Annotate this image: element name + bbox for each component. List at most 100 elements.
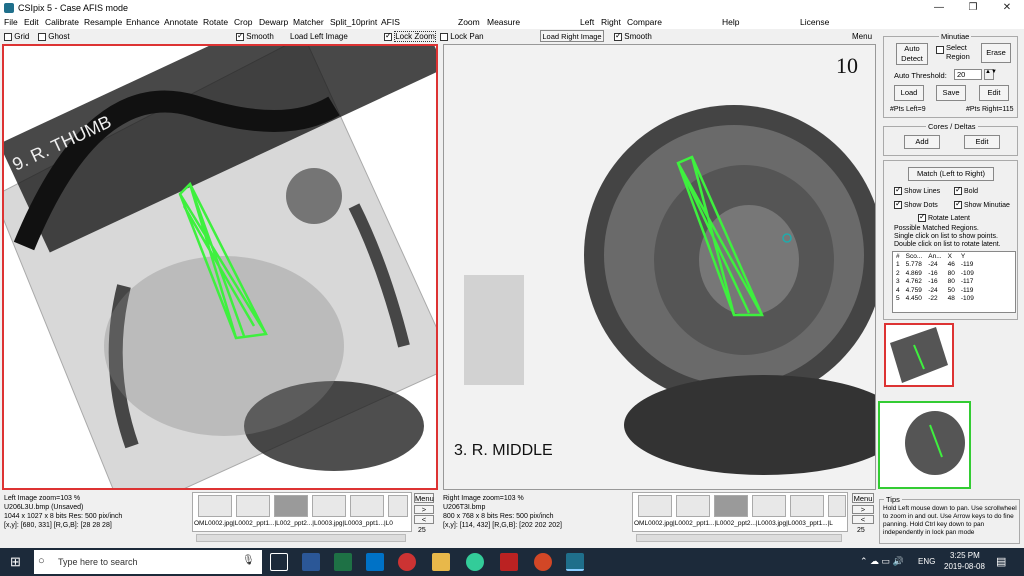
menu-compare[interactable]: Compare <box>627 17 662 27</box>
smooth-left-checkbox[interactable]: Smooth <box>236 31 274 41</box>
acrobat-icon[interactable] <box>500 553 518 571</box>
tips-text: Hold Left mouse down to pan. Use scrollw… <box>883 505 1017 536</box>
task-view-icon[interactable] <box>270 553 288 571</box>
windows-start-icon[interactable]: ⊞ <box>10 555 24 569</box>
save-minutiae-button[interactable]: Save <box>936 85 966 101</box>
auto-threshold-input[interactable]: 20 <box>954 69 982 80</box>
show-dots-checkbox[interactable]: Show Dots <box>894 199 938 209</box>
menu-right[interactable]: Right <box>601 17 621 27</box>
menu-annotate[interactable]: Annotate <box>164 17 198 27</box>
add-core-button[interactable]: Add <box>904 135 940 149</box>
menu-zoom[interactable]: Zoom <box>458 17 480 27</box>
microphone-icon[interactable]: 🎙 <box>242 555 255 566</box>
select-region-checkbox[interactable] <box>936 45 944 54</box>
rotate-latent-checkbox[interactable]: Rotate Latent <box>918 212 970 222</box>
csipix-taskbar-icon[interactable] <box>566 553 584 571</box>
erase-button[interactable]: Erase <box>981 43 1011 63</box>
toolbar: Grid Ghost Smooth Load Left Image Lock Z… <box>0 30 878 43</box>
menu-measure[interactable]: Measure <box>487 17 520 27</box>
table-row[interactable]: 1 5.778 -24 46 -119 <box>893 261 977 270</box>
powerpoint-icon[interactable] <box>534 553 552 571</box>
right-image-view[interactable]: 3. R. MIDDLE 10 <box>443 44 876 490</box>
thumbnail[interactable] <box>236 495 270 517</box>
clock-time[interactable]: 3:25 PM <box>950 551 980 560</box>
menu-button-top[interactable]: Menu <box>852 32 872 41</box>
match-results-table[interactable]: # Sco... An... X Y 1 5.778 -24 46 -119 2 4.869 -16… <box>892 251 1016 313</box>
grid-checkbox[interactable]: Grid <box>4 32 29 41</box>
menu-rotate[interactable]: Rotate <box>203 17 228 27</box>
right-card-label: 3. R. MIDDLE <box>454 442 553 459</box>
left-strip-scrollbar[interactable] <box>196 534 406 542</box>
load-left-image-button[interactable]: Load Left Image <box>290 32 348 41</box>
language-indicator[interactable]: ENG <box>918 557 935 566</box>
lock-pan-checkbox[interactable]: Lock Pan <box>440 32 484 41</box>
lock-zoom-checkbox[interactable]: Lock Zoom <box>384 31 436 42</box>
right-strip-next-button[interactable]: > <box>852 505 874 514</box>
smooth-right-checkbox[interactable]: Smooth <box>614 31 652 41</box>
right-preview-thumbnail[interactable] <box>878 401 971 489</box>
thumbnail[interactable] <box>274 495 308 517</box>
table-row[interactable]: 5 4.450 -22 48 -109 <box>893 295 977 304</box>
left-image-view[interactable]: 9. R. THUMB <box>2 44 438 490</box>
thumbnail[interactable] <box>752 495 786 517</box>
match-button[interactable]: Match (Left to Right) <box>908 167 994 181</box>
thumbnail[interactable] <box>638 495 672 517</box>
taskbar-search[interactable]: ○ Type here to search 🎙 <box>34 550 262 574</box>
menu-matcher[interactable]: Matcher <box>293 17 324 27</box>
auto-detect-button[interactable]: Auto Detect <box>896 43 928 65</box>
thumbnail[interactable] <box>388 495 408 517</box>
thumbnail[interactable] <box>312 495 346 517</box>
menu-crop[interactable]: Crop <box>234 17 252 27</box>
thumbnail[interactable] <box>350 495 384 517</box>
left-strip-next-button[interactable]: > <box>414 505 434 514</box>
minimize-button[interactable]: — <box>922 0 956 16</box>
maximize-button[interactable]: ❐ <box>956 0 990 16</box>
clock-date[interactable]: 2019-08-08 <box>944 562 985 571</box>
ghost-checkbox[interactable]: Ghost <box>38 32 70 41</box>
minutiae-title: Minutiae <box>939 32 972 41</box>
right-strip-prev-button[interactable]: < <box>852 515 874 524</box>
show-minutiae-checkbox[interactable]: Show Minutiae <box>954 199 1010 209</box>
right-strip-scrollbar[interactable] <box>636 534 842 542</box>
edit-core-button[interactable]: Edit <box>964 135 1000 149</box>
menu-edit[interactable]: Edit <box>24 17 39 27</box>
bold-checkbox[interactable]: Bold <box>954 185 978 195</box>
load-right-image-button[interactable]: Load Right Image <box>540 30 604 42</box>
edit-minutiae-button[interactable]: Edit <box>979 85 1009 101</box>
file-explorer-icon[interactable] <box>432 553 450 571</box>
table-row[interactable]: 3 4.762 -16 80 -117 <box>893 278 977 287</box>
thumbnail[interactable] <box>198 495 232 517</box>
tray-icons[interactable]: ⌃ ☁ ▭ 🔊 <box>860 556 904 567</box>
antivirus-icon[interactable] <box>398 553 416 571</box>
thumbnail[interactable] <box>828 495 846 517</box>
thumbnail[interactable] <box>790 495 824 517</box>
left-preview-thumbnail[interactable] <box>884 323 954 387</box>
menu-resample[interactable]: Resample <box>84 17 122 27</box>
menu-enhance[interactable]: Enhance <box>126 17 160 27</box>
menu-left[interactable]: Left <box>580 17 594 27</box>
table-row[interactable]: 4 4.759 -24 50 -119 <box>893 286 977 295</box>
menu-dewarp[interactable]: Dewarp <box>259 17 288 27</box>
notification-icon[interactable]: ▤ <box>996 555 1006 568</box>
thumbnail[interactable] <box>714 495 748 517</box>
menu-bar: File Edit Calibrate Resample Enhance Ann… <box>0 16 1024 29</box>
excel-icon[interactable] <box>334 553 352 571</box>
chrome-icon[interactable] <box>466 553 484 571</box>
menu-help[interactable]: Help <box>722 17 739 27</box>
table-row[interactable]: 2 4.869 -16 80 -109 <box>893 269 977 278</box>
outlook-icon[interactable] <box>366 553 384 571</box>
show-lines-checkbox[interactable]: Show Lines <box>894 185 940 195</box>
menu-calibrate[interactable]: Calibrate <box>45 17 79 27</box>
menu-afis[interactable]: AFIS <box>381 17 400 27</box>
menu-split-10print[interactable]: Split_10print <box>330 17 377 27</box>
left-strip-prev-button[interactable]: < <box>414 515 434 524</box>
word-icon[interactable] <box>302 553 320 571</box>
close-button[interactable]: ✕ <box>990 0 1024 16</box>
auto-threshold-spinner[interactable]: ▲▼ <box>984 69 997 80</box>
menu-license[interactable]: License <box>800 17 829 27</box>
menu-file[interactable]: File <box>4 17 18 27</box>
thumbnail[interactable] <box>676 495 710 517</box>
left-strip-menu-button[interactable]: Menu <box>414 493 434 503</box>
load-minutiae-button[interactable]: Load <box>894 85 924 101</box>
right-strip-menu-button[interactable]: Menu <box>852 493 874 503</box>
